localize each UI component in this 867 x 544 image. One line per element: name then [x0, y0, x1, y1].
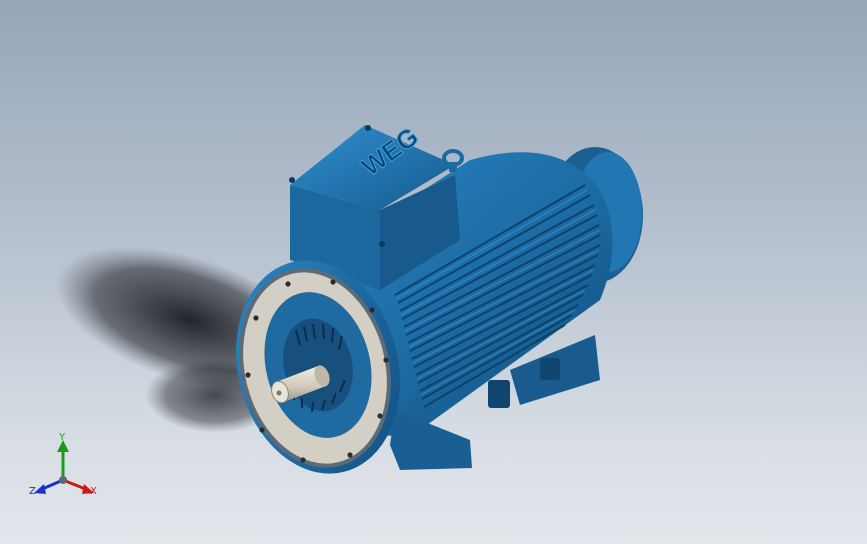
foot-slot-2	[540, 358, 560, 380]
coordinate-triad: Y X Z	[26, 430, 106, 504]
x-axis-label: X	[90, 486, 97, 497]
motor-model[interactable]: WEG	[214, 121, 643, 491]
motor-model-scene[interactable]: WEG	[0, 0, 867, 544]
triad-origin	[59, 476, 67, 484]
y-axis-label: Y	[59, 432, 66, 443]
foot-slot	[488, 380, 510, 408]
cad-viewport[interactable]: WEG Y X Z	[0, 0, 867, 544]
z-axis-label: Z	[29, 486, 36, 497]
